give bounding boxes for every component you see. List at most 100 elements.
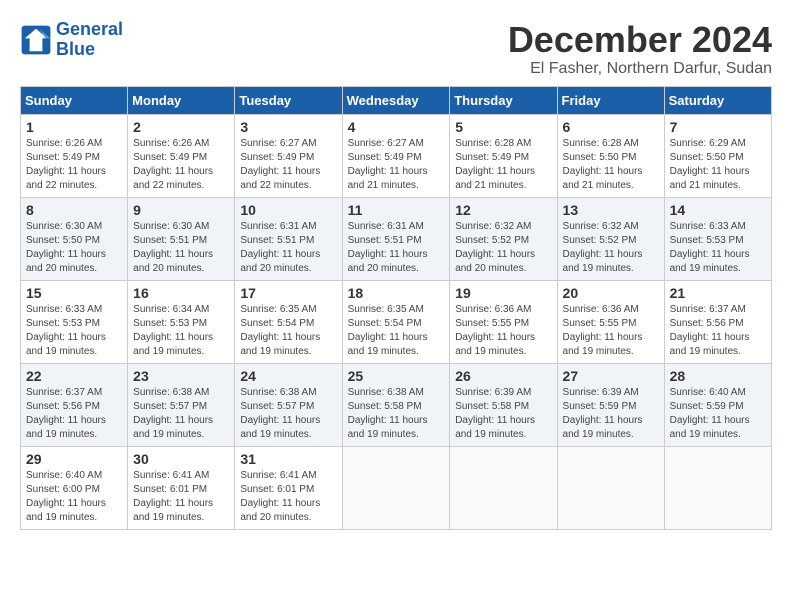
day-cell: 25 Sunrise: 6:38 AM Sunset: 5:58 PM Dayli… [342, 363, 450, 446]
day-info: Sunrise: 6:26 AM Sunset: 5:49 PM Dayligh… [26, 137, 122, 193]
day-number: 3 [240, 119, 336, 135]
day-info: Sunrise: 6:39 AM Sunset: 5:59 PM Dayligh… [563, 386, 659, 442]
logo-icon [20, 24, 52, 56]
day-info: Sunrise: 6:33 AM Sunset: 5:53 PM Dayligh… [670, 220, 766, 276]
header-cell-friday: Friday [557, 86, 664, 114]
day-cell: 27Sunrise: 6:39 AM Sunset: 5:59 PM Dayli… [557, 363, 664, 446]
day-info: Sunrise: 6:41 AM Sunset: 6:01 PM Dayligh… [133, 469, 229, 525]
day-info: Sunrise: 6:36 AM Sunset: 5:55 PM Dayligh… [455, 303, 551, 359]
day-info: Sunrise: 6:41 AM Sunset: 6:01 PM Dayligh… [240, 469, 336, 525]
day-info: Sunrise: 6:35 AM Sunset: 5:54 PM Dayligh… [240, 303, 336, 359]
calendar-table: SundayMondayTuesdayWednesdayThursdayFrid… [20, 86, 772, 530]
day-cell: 11Sunrise: 6:31 AM Sunset: 5:51 PM Dayli… [342, 197, 450, 280]
day-number: 30 [133, 451, 229, 467]
day-info: Sunrise: 6:38 AM Sunset: 5:58 PM Dayligh… [348, 386, 445, 442]
day-number: 15 [26, 285, 122, 301]
day-cell: 23 Sunrise: 6:38 AM Sunset: 5:57 PM Dayli… [128, 363, 235, 446]
day-info: Sunrise: 6:29 AM Sunset: 5:50 PM Dayligh… [670, 137, 766, 193]
day-cell: 15Sunrise: 6:33 AM Sunset: 5:53 PM Dayli… [21, 280, 128, 363]
day-number: 18 [348, 285, 445, 301]
day-cell: 7 Sunrise: 6:29 AM Sunset: 5:50 PM Daylig… [664, 114, 771, 197]
week-row-1: 1 Sunrise: 6:26 AM Sunset: 5:49 PM Daylig… [21, 114, 772, 197]
day-info: Sunrise: 6:31 AM Sunset: 5:51 PM Dayligh… [240, 220, 336, 276]
day-number: 22 [26, 368, 122, 384]
day-info: Sunrise: 6:28 AM Sunset: 5:49 PM Dayligh… [455, 137, 551, 193]
day-number: 9 [133, 202, 229, 218]
day-cell [342, 446, 450, 529]
day-cell: 13Sunrise: 6:32 AM Sunset: 5:52 PM Dayli… [557, 197, 664, 280]
day-info: Sunrise: 6:37 AM Sunset: 5:56 PM Dayligh… [26, 386, 122, 442]
day-info: Sunrise: 6:31 AM Sunset: 5:51 PM Dayligh… [348, 220, 445, 276]
day-info: Sunrise: 6:27 AM Sunset: 5:49 PM Dayligh… [240, 137, 336, 193]
day-number: 29 [26, 451, 122, 467]
day-cell [450, 446, 557, 529]
day-cell: 21 Sunrise: 6:37 AM Sunset: 5:56 PM Dayli… [664, 280, 771, 363]
day-cell: 4 Sunrise: 6:27 AM Sunset: 5:49 PM Daylig… [342, 114, 450, 197]
day-number: 5 [455, 119, 551, 135]
day-info: Sunrise: 6:36 AM Sunset: 5:55 PM Dayligh… [563, 303, 659, 359]
day-cell: 29Sunrise: 6:40 AM Sunset: 6:00 PM Dayli… [21, 446, 128, 529]
day-info: Sunrise: 6:32 AM Sunset: 5:52 PM Dayligh… [455, 220, 551, 276]
day-number: 10 [240, 202, 336, 218]
header-cell-saturday: Saturday [664, 86, 771, 114]
header-cell-monday: Monday [128, 86, 235, 114]
day-cell: 17 Sunrise: 6:35 AM Sunset: 5:54 PM Dayli… [235, 280, 342, 363]
day-number: 14 [670, 202, 766, 218]
logo: General Blue [20, 20, 123, 60]
week-row-3: 15Sunrise: 6:33 AM Sunset: 5:53 PM Dayli… [21, 280, 772, 363]
day-info: Sunrise: 6:39 AM Sunset: 5:58 PM Dayligh… [455, 386, 551, 442]
day-cell: 20Sunrise: 6:36 AM Sunset: 5:55 PM Dayli… [557, 280, 664, 363]
day-info: Sunrise: 6:34 AM Sunset: 5:53 PM Dayligh… [133, 303, 229, 359]
day-cell: 14 Sunrise: 6:33 AM Sunset: 5:53 PM Dayli… [664, 197, 771, 280]
week-row-2: 8 Sunrise: 6:30 AM Sunset: 5:50 PM Daylig… [21, 197, 772, 280]
day-number: 19 [455, 285, 551, 301]
day-number: 7 [670, 119, 766, 135]
day-cell [557, 446, 664, 529]
day-number: 4 [348, 119, 445, 135]
day-info: Sunrise: 6:32 AM Sunset: 5:52 PM Dayligh… [563, 220, 659, 276]
day-info: Sunrise: 6:38 AM Sunset: 5:57 PM Dayligh… [133, 386, 229, 442]
logo-text: General Blue [56, 20, 123, 60]
day-number: 25 [348, 368, 445, 384]
day-number: 31 [240, 451, 336, 467]
day-cell: 12 Sunrise: 6:32 AM Sunset: 5:52 PM Dayli… [450, 197, 557, 280]
day-info: Sunrise: 6:35 AM Sunset: 5:54 PM Dayligh… [348, 303, 445, 359]
day-info: Sunrise: 6:37 AM Sunset: 5:56 PM Dayligh… [670, 303, 766, 359]
day-cell: 9Sunrise: 6:30 AM Sunset: 5:51 PM Daylig… [128, 197, 235, 280]
day-cell: 28Sunrise: 6:40 AM Sunset: 5:59 PM Dayli… [664, 363, 771, 446]
day-cell: 30 Sunrise: 6:41 AM Sunset: 6:01 PM Dayli… [128, 446, 235, 529]
header-cell-thursday: Thursday [450, 86, 557, 114]
day-info: Sunrise: 6:27 AM Sunset: 5:49 PM Dayligh… [348, 137, 445, 193]
calendar-subtitle: El Fasher, Northern Darfur, Sudan [508, 60, 772, 78]
day-number: 26 [455, 368, 551, 384]
day-number: 24 [240, 368, 336, 384]
day-number: 23 [133, 368, 229, 384]
day-cell: 2Sunrise: 6:26 AM Sunset: 5:49 PM Daylig… [128, 114, 235, 197]
day-info: Sunrise: 6:38 AM Sunset: 5:57 PM Dayligh… [240, 386, 336, 442]
title-block: December 2024 El Fasher, Northern Darfur… [508, 20, 772, 78]
header-row: SundayMondayTuesdayWednesdayThursdayFrid… [21, 86, 772, 114]
day-cell [664, 446, 771, 529]
header-cell-tuesday: Tuesday [235, 86, 342, 114]
day-cell: 6 Sunrise: 6:28 AM Sunset: 5:50 PM Daylig… [557, 114, 664, 197]
day-number: 17 [240, 285, 336, 301]
day-cell: 31 Sunrise: 6:41 AM Sunset: 6:01 PM Dayli… [235, 446, 342, 529]
day-cell: 8 Sunrise: 6:30 AM Sunset: 5:50 PM Daylig… [21, 197, 128, 280]
day-number: 1 [26, 119, 122, 135]
day-cell: 5 Sunrise: 6:28 AM Sunset: 5:49 PM Daylig… [450, 114, 557, 197]
day-cell: 16 Sunrise: 6:34 AM Sunset: 5:53 PM Dayli… [128, 280, 235, 363]
day-number: 28 [670, 368, 766, 384]
day-number: 21 [670, 285, 766, 301]
day-cell: 10 Sunrise: 6:31 AM Sunset: 5:51 PM Dayli… [235, 197, 342, 280]
day-info: Sunrise: 6:28 AM Sunset: 5:50 PM Dayligh… [563, 137, 659, 193]
day-cell: 19 Sunrise: 6:36 AM Sunset: 5:55 PM Dayli… [450, 280, 557, 363]
day-info: Sunrise: 6:30 AM Sunset: 5:50 PM Dayligh… [26, 220, 122, 276]
header-cell-sunday: Sunday [21, 86, 128, 114]
day-number: 8 [26, 202, 122, 218]
day-number: 16 [133, 285, 229, 301]
week-row-5: 29Sunrise: 6:40 AM Sunset: 6:00 PM Dayli… [21, 446, 772, 529]
week-row-4: 22 Sunrise: 6:37 AM Sunset: 5:56 PM Dayli… [21, 363, 772, 446]
header: General Blue December 2024 El Fasher, No… [20, 20, 772, 78]
day-number: 12 [455, 202, 551, 218]
day-number: 6 [563, 119, 659, 135]
